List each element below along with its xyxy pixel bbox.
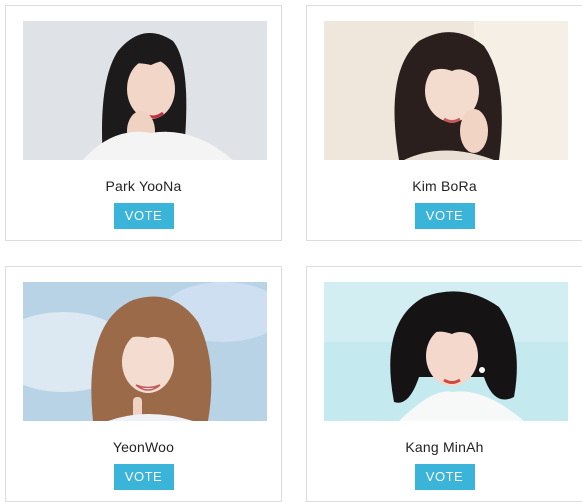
vote-button[interactable]: VOTE	[414, 203, 475, 229]
candidate-name: Kang MinAh	[405, 439, 484, 455]
candidate-photo[interactable]	[324, 21, 568, 160]
candidate-card-4: Kang MinAh VOTE	[306, 266, 582, 502]
candidate-name: Kim BoRa	[412, 178, 477, 194]
candidate-card-3: YeonWoo VOTE	[5, 266, 282, 502]
candidate-card-1: Park YooNa VOTE	[5, 5, 282, 241]
candidate-photo[interactable]	[23, 21, 267, 160]
candidate-card-2: Kim BoRa VOTE	[306, 5, 582, 241]
vote-button[interactable]: VOTE	[414, 464, 475, 490]
candidate-photo[interactable]	[23, 282, 267, 421]
candidate-name: YeonWoo	[112, 439, 175, 455]
vote-button[interactable]: VOTE	[113, 203, 174, 229]
candidate-photo[interactable]	[324, 282, 568, 421]
candidate-name: Park YooNa	[105, 178, 182, 194]
vote-button[interactable]: VOTE	[113, 464, 174, 490]
